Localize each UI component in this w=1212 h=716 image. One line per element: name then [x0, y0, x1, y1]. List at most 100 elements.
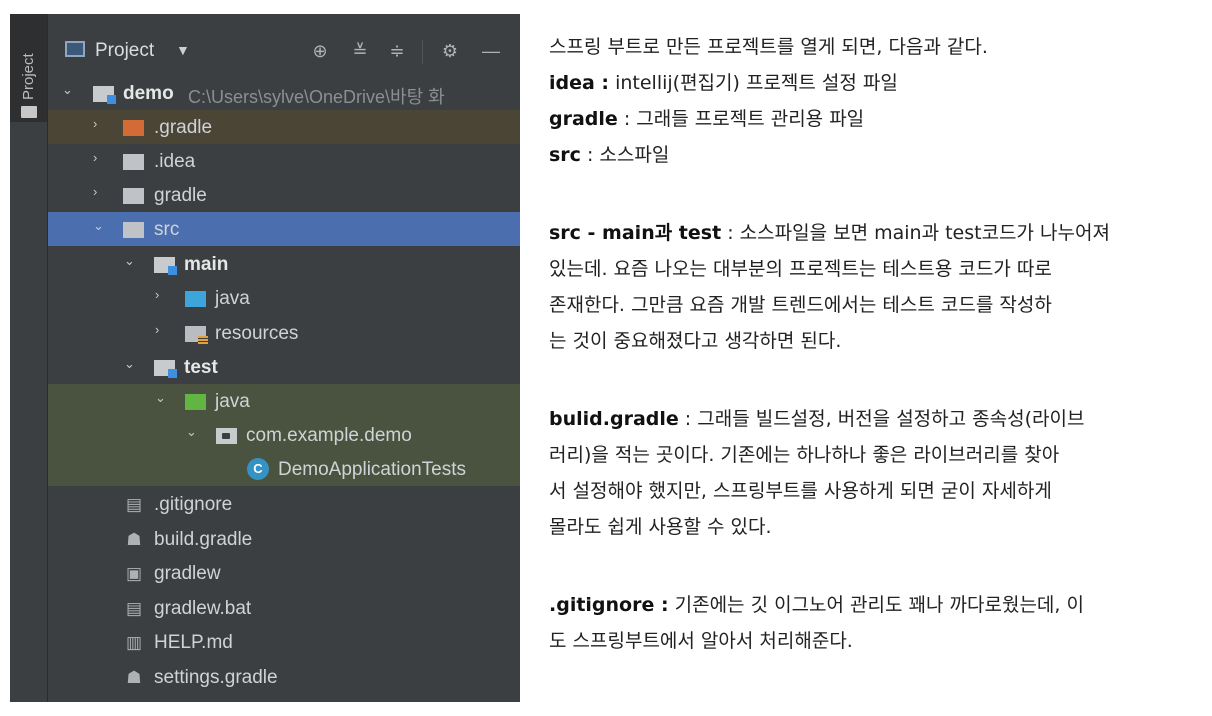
build-gradle-line: bulid.gradle : 그래들 빌드설정, 버전을 설정하고 종속성(라이… [549, 401, 1199, 437]
tree-label: demo [123, 83, 174, 104]
term-gradle: gradle [549, 108, 618, 130]
tree-row-gradle[interactable]: › gradle [48, 178, 520, 212]
text-line: 몰라도 쉽게 사용할 수 있다. [549, 516, 772, 538]
tree-label: gradle [154, 185, 207, 206]
tree-label: .idea [154, 151, 196, 172]
test-folder-icon [185, 394, 206, 410]
chevron-right-icon[interactable]: › [93, 185, 107, 199]
chevron-down-icon[interactable]: ⌄ [93, 219, 107, 233]
text-line: 있는데. 요즘 나오는 대부분의 프로젝트는 테스트용 코드가 따로 [549, 258, 1052, 280]
java-class-icon: C [247, 458, 269, 480]
tree-label: java [215, 288, 250, 309]
desc-gradle: : 그래들 프로젝트 관리용 파일 [617, 108, 865, 130]
source-folder-icon [185, 291, 206, 307]
excluded-folder-icon [123, 120, 144, 136]
tree-row-dot-gradle[interactable]: › .gradle [48, 110, 520, 144]
tree-row-resources[interactable]: › resources [48, 316, 520, 350]
tree-label: com.example.demo [246, 425, 412, 446]
text-line: 는 것이 중요해졌다고 생각하면 된다. [549, 330, 842, 352]
text-line: 서 설정해야 했지만, 스프링부트를 사용하게 되면 굳이 자세하게 [549, 480, 1052, 502]
chevron-down-icon[interactable]: ⌄ [186, 425, 200, 439]
module-path: C:\Users\sylve\OneDrive\바탕 화 [188, 87, 445, 107]
hide-icon[interactable]: — [478, 38, 504, 64]
term-gitignore: .gitignore : [549, 594, 669, 616]
folder-icon [123, 188, 144, 204]
desc-text: 기존에는 깃 이그노어 관리도 꽤나 까다로웠는데, 이 [668, 594, 1084, 616]
tree-label: java [215, 391, 250, 412]
tree-label: .gradle [154, 117, 213, 138]
locate-icon[interactable]: ⊕ [307, 38, 333, 64]
gitignore-file-icon: ▤ [125, 495, 143, 514]
gradle-line: gradle : 그래들 프로젝트 관리용 파일 [549, 101, 1199, 137]
term-src: src [549, 144, 581, 166]
tree-row-settings-gradle[interactable]: ☗ settings.gradle [48, 660, 520, 694]
tree-label: src [154, 219, 180, 240]
tree-label: gradlew [154, 563, 221, 584]
idea-line: idea : intellij(편집기) 프로젝트 설정 파일 [549, 65, 1199, 101]
term-src-main-test: src - main과 test [549, 222, 722, 244]
tree-row-main-java[interactable]: › java [48, 281, 520, 315]
chevron-down-icon[interactable]: ⌄ [155, 391, 169, 405]
term-idea: idea : [549, 72, 610, 94]
tree-label: .gitignore [154, 494, 233, 515]
text-file-icon: ▤ [125, 599, 143, 618]
tree-row-gradlew-bat[interactable]: ▤ gradlew.bat [48, 591, 520, 625]
project-side-tab[interactable]: Project [10, 14, 47, 122]
tree-label: settings.gradle [154, 667, 278, 688]
tree-row-src[interactable]: ⌄ src [48, 212, 520, 246]
chevron-down-icon[interactable]: ▼ [176, 42, 190, 58]
chevron-right-icon[interactable]: › [155, 288, 169, 302]
chevron-right-icon[interactable]: › [155, 323, 169, 337]
chevron-down-icon[interactable]: ⌄ [124, 254, 138, 268]
tree-label: resources [215, 323, 299, 344]
tree-row-gitignore[interactable]: ▤ .gitignore [48, 487, 520, 521]
tree-row-gradlew[interactable]: ▣ gradlew [48, 556, 520, 590]
src-main-test-line: src - main과 test : 소스파일을 보면 main과 test코드… [549, 215, 1199, 251]
intro-line: 스프링 부트로 만든 프로젝트를 열게 되면, 다음과 같다. [549, 36, 988, 58]
chevron-down-icon[interactable]: ⌄ [62, 83, 76, 97]
markdown-file-icon: ▥ [125, 633, 143, 652]
tree-row-help-md[interactable]: ▥ HELP.md [48, 625, 520, 659]
shell-script-icon: ▣ [125, 564, 143, 583]
module-folder-icon [154, 360, 177, 378]
folder-icon [123, 222, 144, 238]
desc-src: : 소스파일 [580, 144, 670, 166]
module-folder-icon [154, 257, 177, 275]
chevron-right-icon[interactable]: › [93, 151, 107, 165]
module-folder-icon [93, 86, 116, 104]
tree-row-test[interactable]: ⌄ test [48, 350, 520, 384]
collapse-all-icon[interactable]: ≑ [384, 38, 410, 64]
gradle-file-icon: ☗ [126, 668, 142, 687]
left-tool-stripe: Project [10, 14, 48, 702]
tree-row-test-java[interactable]: ⌄ java [48, 384, 520, 418]
gear-icon[interactable]: ⚙ [437, 38, 463, 64]
tree-row-demo[interactable]: ⌄ demo C:\Users\sylve\OneDrive\바탕 화 [48, 76, 520, 110]
project-tool-window: Project Project ▼ ⊕ ≚ ≑ ⚙ — ⌄ demo C:\Us… [10, 14, 520, 702]
tree-label: DemoApplicationTests [278, 459, 466, 480]
resources-folder-icon [185, 326, 208, 344]
tree-label: build.gradle [154, 529, 253, 550]
tree-row-idea[interactable]: › .idea [48, 144, 520, 178]
desc-text: : 그래들 빌드설정, 버전을 설정하고 종속성(라이브 [678, 408, 1085, 430]
tree-label: test [184, 357, 218, 378]
chevron-right-icon[interactable]: › [93, 117, 107, 131]
desc-idea: intellij(편집기) 프로젝트 설정 파일 [609, 72, 898, 94]
tree-row-main[interactable]: ⌄ main [48, 247, 520, 281]
tree-label: gradlew.bat [154, 598, 252, 619]
tree-row-package[interactable]: ⌄ com.example.demo [48, 418, 520, 452]
text-line: 러리)을 적는 곳이다. 기존에는 하나하나 좋은 라이브러리를 찾아 [549, 444, 1060, 466]
src-line: src : 소스파일 [549, 137, 1199, 173]
term-build-gradle: bulid.gradle [549, 408, 679, 430]
project-view-selector[interactable]: Project [95, 40, 154, 62]
chevron-down-icon[interactable]: ⌄ [124, 357, 138, 371]
tree-row-test-class[interactable]: C DemoApplicationTests [48, 452, 520, 486]
expand-all-icon[interactable]: ≚ [347, 38, 373, 64]
project-view-icon [65, 41, 85, 57]
package-icon [216, 428, 237, 444]
tree-row-build-gradle[interactable]: ☗ build.gradle [48, 522, 520, 556]
text-line: 도 스프링부트에서 알아서 처리해준다. [549, 630, 853, 652]
folder-icon [21, 106, 37, 118]
